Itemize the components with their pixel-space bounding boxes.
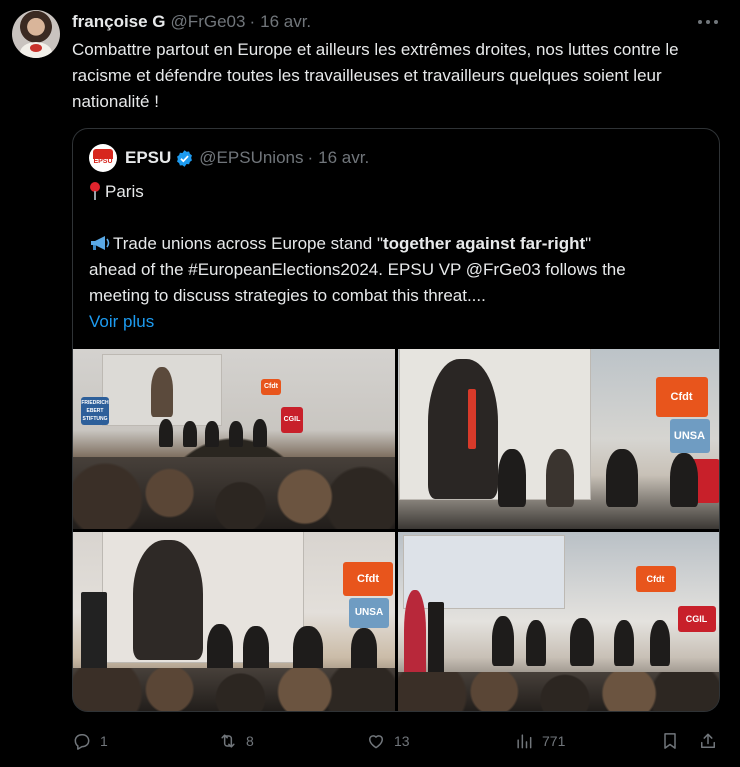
quoted-author-handle: @EPSUnions bbox=[199, 148, 304, 167]
unsa-sign: UNSA bbox=[669, 419, 710, 453]
quoted-line-4: ahead of the #EuropeanElections2024. EPS… bbox=[89, 260, 626, 279]
panelist bbox=[183, 421, 197, 447]
panelist bbox=[207, 623, 233, 674]
foundation-banner: FRIEDRICH EBERT STIFTUNG bbox=[81, 397, 109, 425]
reply-count: 1 bbox=[100, 733, 108, 749]
megaphone-icon bbox=[91, 236, 110, 250]
quoted-line-5: meeting to discuss strategies to combat … bbox=[89, 286, 486, 305]
avatar-accent bbox=[30, 44, 42, 52]
cgil-sign: CGIL bbox=[281, 407, 303, 433]
quoted-tweet[interactable]: EPSU EPSU @EPSUnions · 16 avr. Paris Tra… bbox=[72, 128, 720, 712]
views-chart-icon bbox=[517, 734, 532, 749]
author-avatar[interactable] bbox=[12, 10, 60, 58]
more-options-icon[interactable] bbox=[698, 12, 718, 32]
panelist bbox=[491, 615, 514, 666]
quoted-tweet-date: 16 avr. bbox=[318, 148, 370, 167]
tweet-text: Combattre partout en Europe et ailleurs … bbox=[72, 40, 679, 111]
lectern bbox=[427, 601, 444, 682]
round-pushpin-icon bbox=[89, 182, 101, 200]
tweet-header: françoise G @FrGe03 · 16 avr. bbox=[72, 12, 311, 32]
panelist bbox=[605, 449, 638, 507]
quoted-blank-line bbox=[89, 205, 709, 231]
cgil-sign: CGIL bbox=[677, 605, 716, 632]
photo-1[interactable]: FRIEDRICH EBERT STIFTUNG Cfdt CGIL bbox=[73, 349, 395, 529]
quoted-author-display-name: EPSU bbox=[125, 148, 172, 167]
audience bbox=[397, 671, 719, 711]
tweet[interactable]: françoise G @FrGe03 · 16 avr. Combattre … bbox=[0, 0, 740, 767]
headline-pre: Trade unions across Europe stand " bbox=[113, 234, 383, 253]
quoted-avatar-label: EPSU bbox=[93, 158, 113, 165]
separator-dot: · bbox=[249, 12, 256, 31]
speaker-at-lectern bbox=[403, 589, 426, 680]
unsa-sign: UNSA bbox=[349, 597, 389, 628]
media-grid: FRIEDRICH EBERT STIFTUNG Cfdt CGIL Cfdt … bbox=[73, 349, 719, 711]
panelist bbox=[497, 449, 526, 507]
panelist bbox=[525, 619, 546, 666]
panelist bbox=[229, 421, 243, 447]
speaker-on-screen bbox=[133, 539, 203, 660]
photo-4[interactable]: Cfdt CGIL bbox=[397, 531, 719, 711]
audience bbox=[73, 667, 395, 711]
cfdt-sign: Cfdt bbox=[635, 565, 676, 592]
quoted-line-location: Paris bbox=[89, 179, 709, 205]
panelist bbox=[569, 617, 594, 666]
show-more-link[interactable]: Voir plus bbox=[89, 309, 709, 335]
like-count: 13 bbox=[394, 733, 410, 749]
cfdt-sign: Cfdt bbox=[343, 561, 393, 596]
view-count: 771 bbox=[542, 733, 566, 749]
panelist bbox=[159, 419, 173, 447]
tweet-actions: 1 8 13 771 bbox=[72, 730, 720, 752]
tweet-date[interactable]: 16 avr. bbox=[260, 12, 311, 32]
repost-icon bbox=[221, 734, 235, 748]
author-display-name[interactable]: françoise G bbox=[72, 12, 166, 32]
panelist bbox=[205, 421, 219, 447]
location-text: Paris bbox=[105, 182, 144, 201]
bookmark-button[interactable] bbox=[660, 730, 680, 752]
panelist bbox=[351, 627, 377, 674]
reply-icon bbox=[74, 734, 90, 750]
like-button[interactable]: 13 bbox=[366, 730, 410, 752]
cfdt-sign: Cfdt bbox=[261, 379, 281, 395]
headline-bold: together against far-right bbox=[383, 234, 586, 253]
panelist bbox=[649, 619, 670, 666]
panelist bbox=[253, 419, 267, 447]
audience bbox=[73, 456, 395, 529]
quoted-line-headline: Trade unions across Europe stand "togeth… bbox=[89, 231, 709, 257]
projection-screen bbox=[403, 535, 564, 608]
panelist bbox=[243, 625, 269, 674]
heart-icon bbox=[369, 735, 383, 749]
views-button[interactable]: 771 bbox=[514, 730, 565, 752]
photo-2[interactable]: Cfdt UNSA bbox=[397, 349, 719, 529]
quoted-author-avatar: EPSU bbox=[89, 144, 117, 172]
panelist bbox=[669, 453, 698, 507]
photo-3[interactable]: Cfdt UNSA bbox=[73, 531, 395, 711]
speaker-on-screen bbox=[151, 367, 173, 417]
reply-button[interactable]: 1 bbox=[72, 730, 108, 752]
panelist bbox=[613, 619, 634, 666]
share-icon bbox=[701, 733, 715, 748]
cfdt-sign: Cfdt bbox=[655, 377, 708, 417]
share-button[interactable] bbox=[698, 730, 718, 752]
red-tie bbox=[467, 389, 476, 449]
quoted-separator-dot: · bbox=[307, 148, 314, 167]
quoted-tweet-text: Paris Trade unions across Europe stand "… bbox=[89, 179, 709, 335]
panelist bbox=[293, 625, 323, 674]
verified-badge-icon bbox=[177, 149, 193, 167]
author-handle[interactable]: @FrGe03 bbox=[171, 12, 246, 32]
repost-button[interactable]: 8 bbox=[218, 730, 254, 752]
panelist bbox=[545, 449, 574, 507]
quoted-tweet-header: EPSU EPSU @EPSUnions · 16 avr. bbox=[89, 144, 370, 172]
repost-count: 8 bbox=[246, 733, 254, 749]
headline-post: " bbox=[585, 234, 592, 253]
bookmark-icon bbox=[664, 733, 676, 749]
speaker-on-screen bbox=[427, 359, 498, 499]
